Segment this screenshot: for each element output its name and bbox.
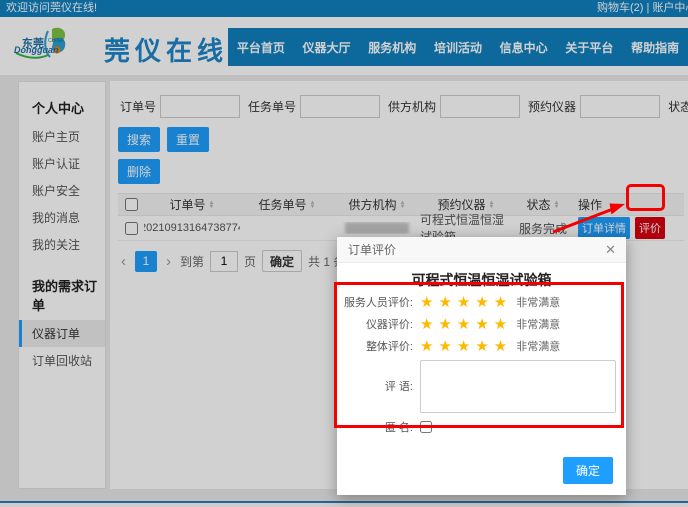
close-icon[interactable]: ✕ — [605, 237, 616, 263]
service-staff-rating-caption: 非常满意 — [516, 294, 560, 310]
instrument-rating-row: 仪器评价: ★★★★★ 非常满意 — [337, 314, 626, 334]
comment-row: 评 语: — [337, 360, 626, 413]
comment-label: 评 语: — [337, 378, 413, 413]
overall-stars[interactable]: ★★★★★ — [420, 339, 512, 354]
evaluation-modal: 订单评价 ✕ 可程式恒温恒湿试验箱 服务人员评价: ★★★★★ 非常满意 仪器评… — [337, 237, 626, 495]
modal-instrument-name: 可程式恒温恒湿试验箱 — [337, 270, 626, 290]
anonymous-label: 匿 名: — [337, 419, 413, 435]
overall-rating-label: 整体评价: — [337, 338, 413, 354]
instrument-rating-label: 仪器评价: — [337, 316, 413, 332]
modal-confirm-button[interactable]: 确定 — [563, 457, 613, 484]
modal-header: 订单评价 ✕ — [337, 237, 626, 263]
service-staff-stars[interactable]: ★★★★★ — [420, 295, 512, 310]
overall-rating-row: 整体评价: ★★★★★ 非常满意 — [337, 336, 626, 356]
service-staff-rating-label: 服务人员评价: — [337, 294, 413, 310]
service-staff-rating-row: 服务人员评价: ★★★★★ 非常满意 — [337, 292, 626, 312]
anonymous-checkbox[interactable] — [420, 421, 432, 433]
anonymous-row: 匿 名: — [337, 419, 626, 435]
comment-textarea[interactable] — [420, 360, 616, 413]
instrument-rating-caption: 非常满意 — [516, 316, 560, 332]
modal-title: 订单评价 — [348, 243, 396, 257]
instrument-stars[interactable]: ★★★★★ — [420, 317, 512, 332]
overall-rating-caption: 非常满意 — [516, 338, 560, 354]
